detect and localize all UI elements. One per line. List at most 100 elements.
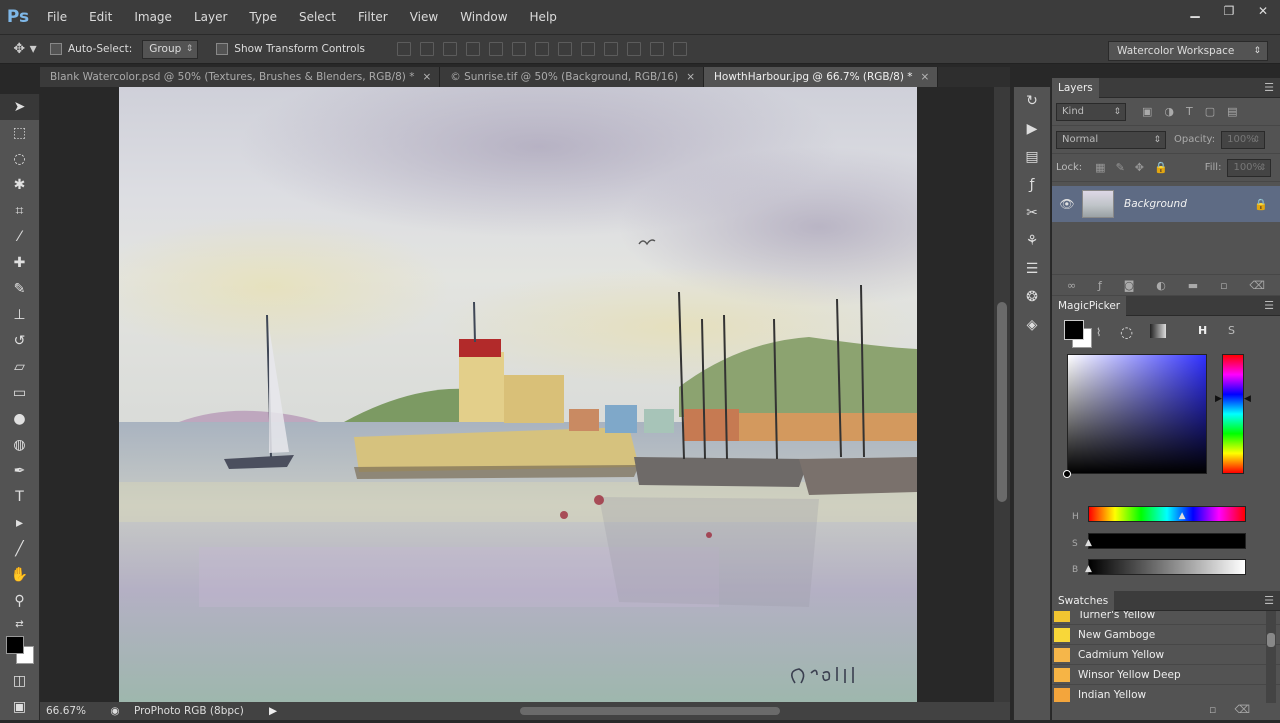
- hue-slider-thumb[interactable]: ▲: [1179, 511, 1186, 521]
- align-bottom-icon[interactable]: [442, 42, 457, 56]
- blur-tool-icon[interactable]: ●: [0, 406, 39, 432]
- styles-fx-icon[interactable]: ƒ: [1014, 171, 1050, 199]
- filter-shape-icon[interactable]: ▢: [1205, 105, 1215, 118]
- path-selection-tool-icon[interactable]: ▸: [0, 510, 39, 536]
- filter-pixel-icon[interactable]: ▣: [1142, 105, 1152, 118]
- layer-kind-filter[interactable]: Kind: [1056, 102, 1126, 121]
- swatch-item[interactable]: Cadmium Yellow: [1052, 645, 1280, 665]
- new-swatch-icon[interactable]: ▫: [1209, 703, 1216, 723]
- saturation-brightness-field[interactable]: [1067, 354, 1207, 474]
- filter-adjust-icon[interactable]: ◑: [1164, 105, 1174, 118]
- horizontal-scroll-thumb[interactable]: [520, 707, 780, 715]
- foreground-color-swatch[interactable]: [6, 636, 24, 654]
- swatches-tab[interactable]: Swatches: [1052, 590, 1115, 611]
- eraser-tool-icon[interactable]: ▱: [0, 354, 39, 380]
- restore-button[interactable]: ❐: [1212, 0, 1246, 22]
- canvas-area[interactable]: [40, 87, 994, 702]
- blend-mode-dropdown[interactable]: Normal: [1056, 130, 1166, 149]
- menu-edit[interactable]: Edit: [78, 0, 123, 34]
- menu-help[interactable]: Help: [519, 0, 568, 34]
- gradient-tool-icon[interactable]: ▭: [0, 380, 39, 406]
- saturation-slider[interactable]: ▲: [1085, 533, 1246, 549]
- type-tool-icon[interactable]: T: [0, 484, 39, 510]
- tab-close-icon[interactable]: ×: [686, 71, 695, 83]
- link-layers-icon[interactable]: ∞: [1067, 279, 1076, 292]
- brightness-slider[interactable]: ▲: [1085, 559, 1246, 575]
- document-info-icon[interactable]: ◉: [96, 705, 134, 717]
- mp-mode-icon[interactable]: ◌: [1120, 323, 1133, 341]
- healing-brush-tool-icon[interactable]: ✚: [0, 250, 39, 276]
- menu-type[interactable]: Type: [238, 0, 288, 34]
- lock-transparent-icon[interactable]: ▦: [1095, 161, 1105, 174]
- new-group-icon[interactable]: ▬: [1188, 279, 1198, 292]
- distribute-top-icon[interactable]: [534, 42, 549, 56]
- pen-tool-icon[interactable]: ✒: [0, 458, 39, 484]
- layer-mask-icon[interactable]: ◙: [1124, 279, 1135, 292]
- swatches-scrollbar[interactable]: [1266, 611, 1276, 703]
- properties-icon[interactable]: ▤: [1014, 143, 1050, 171]
- hue-slider[interactable]: ▲: [1088, 506, 1246, 522]
- minimize-button[interactable]: ▁: [1178, 0, 1212, 22]
- menu-view[interactable]: View: [399, 0, 449, 34]
- swatch-item[interactable]: Winsor Yellow Deep: [1052, 665, 1280, 685]
- actions-play-icon[interactable]: ▶: [1014, 115, 1050, 143]
- move-tool-preset-icon[interactable]: ✥ ▾: [0, 41, 50, 57]
- magic-wand-tool-icon[interactable]: ✱: [0, 172, 39, 198]
- zoom-level[interactable]: 66.67%: [40, 705, 96, 717]
- fill-field[interactable]: 100%: [1227, 158, 1272, 177]
- menu-select[interactable]: Select: [288, 0, 347, 34]
- saturation-slider-thumb[interactable]: ▲: [1085, 538, 1092, 548]
- menu-window[interactable]: Window: [449, 0, 518, 34]
- eyedropper-tool-icon[interactable]: ⁄: [0, 224, 39, 250]
- menu-filter[interactable]: Filter: [347, 0, 399, 34]
- lock-move-icon[interactable]: ✥: [1135, 161, 1144, 174]
- sb-cursor[interactable]: [1063, 470, 1071, 478]
- distribute-hcenter-icon[interactable]: [626, 42, 641, 56]
- lock-all-icon[interactable]: 🔒: [1154, 161, 1168, 174]
- canvas-vertical-scrollbar[interactable]: [994, 87, 1010, 702]
- tab-howth-harbour[interactable]: HowthHarbour.jpg @ 66.7% (RGB/8) * ×: [704, 67, 939, 87]
- quick-mask-icon[interactable]: ◫: [0, 668, 39, 694]
- align-right-icon[interactable]: [511, 42, 526, 56]
- auto-align-icon[interactable]: [672, 42, 687, 56]
- brightness-slider-thumb[interactable]: ▲: [1085, 564, 1092, 574]
- filter-smart-icon[interactable]: ▤: [1227, 105, 1237, 118]
- mp-h-button[interactable]: H: [1198, 324, 1207, 337]
- swatch-item[interactable]: Turner's Yellow: [1052, 611, 1280, 625]
- distribute-right-icon[interactable]: [649, 42, 664, 56]
- workspace-dropdown[interactable]: Watercolor Workspace: [1108, 41, 1268, 61]
- align-hcenter-icon[interactable]: [488, 42, 503, 56]
- delete-swatch-icon[interactable]: ⌫: [1234, 703, 1250, 723]
- tools-scissors-icon[interactable]: ✂: [1014, 199, 1050, 227]
- distribute-bottom-icon[interactable]: [580, 42, 595, 56]
- menu-file[interactable]: File: [36, 0, 78, 34]
- hue-strip[interactable]: [1222, 354, 1244, 474]
- lasso-tool-icon[interactable]: ◌: [0, 146, 39, 172]
- mp-link-icon[interactable]: ⌇: [1096, 326, 1101, 339]
- delete-layer-icon[interactable]: ⌫: [1249, 279, 1265, 292]
- mp-s-button[interactable]: S: [1228, 324, 1235, 337]
- magicpicker-tab[interactable]: MagicPicker: [1052, 295, 1127, 316]
- align-left-icon[interactable]: [465, 42, 480, 56]
- auto-select-checkbox[interactable]: [50, 43, 62, 55]
- move-tool-icon[interactable]: ➤: [0, 94, 39, 120]
- transform-controls-checkbox[interactable]: [216, 43, 229, 55]
- layers-tab[interactable]: Layers: [1052, 77, 1099, 98]
- swatches-scroll-thumb[interactable]: [1267, 633, 1275, 647]
- menu-image[interactable]: Image: [123, 0, 183, 34]
- adjustments-icon[interactable]: ☰: [1014, 255, 1050, 283]
- foreground-background-swatch[interactable]: [0, 634, 39, 668]
- opacity-field[interactable]: 100%: [1221, 130, 1266, 149]
- line-tool-icon[interactable]: ╱: [0, 536, 39, 562]
- tab-blank-watercolor[interactable]: Blank Watercolor.psd @ 50% (Textures, Br…: [40, 67, 441, 87]
- distribute-left-icon[interactable]: [603, 42, 618, 56]
- adjustment-layer-icon[interactable]: ◐: [1156, 279, 1166, 292]
- harbour-painting[interactable]: [119, 87, 917, 702]
- swatch-item[interactable]: Indian Yellow: [1052, 685, 1280, 703]
- lock-paint-icon[interactable]: ✎: [1116, 161, 1125, 174]
- screen-mode-icon[interactable]: ▣: [0, 694, 39, 720]
- vertical-scroll-thumb[interactable]: [997, 302, 1007, 502]
- align-top-icon[interactable]: [396, 42, 411, 56]
- tab-close-icon[interactable]: ×: [921, 71, 930, 83]
- history-icon[interactable]: ↻: [1014, 87, 1050, 115]
